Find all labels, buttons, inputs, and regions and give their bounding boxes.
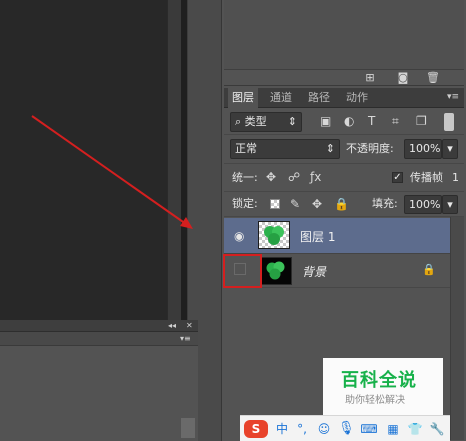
wrench-icon[interactable]: 🔧: [428, 420, 446, 438]
ime-toolbar: S 中 °, ☺ 🎙 ⌨ ▦ 👕 🔧: [240, 415, 450, 441]
skin-icon[interactable]: ▦: [384, 420, 402, 438]
chinese-mode-icon[interactable]: 中: [274, 420, 290, 438]
watermark-logo: 百科全说 助你轻松解决: [323, 358, 443, 416]
emoji-icon[interactable]: ☺: [316, 420, 332, 438]
sogou-logo-icon[interactable]: S: [244, 420, 268, 438]
microphone-icon[interactable]: 🎙: [338, 420, 355, 438]
shirt-icon[interactable]: 👕: [406, 420, 424, 438]
watermark-subtitle: 助你轻松解决: [345, 395, 405, 406]
keyboard-icon[interactable]: ⌨: [360, 420, 378, 438]
punctuation-icon[interactable]: °,: [294, 420, 310, 438]
watermark-title: 百科全说: [341, 370, 417, 391]
